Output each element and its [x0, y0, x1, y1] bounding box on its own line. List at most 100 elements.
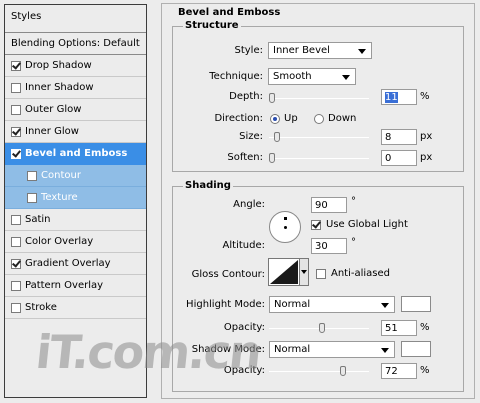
style-item-stroke[interactable]: Stroke — [5, 297, 146, 319]
angle-input[interactable]: 90 — [311, 197, 347, 213]
technique-dropdown[interactable]: Smooth — [268, 68, 356, 85]
soften-slider-track[interactable] — [269, 158, 369, 159]
style-item-color-overlay[interactable]: Color Overlay — [5, 231, 146, 253]
style-item-label: Bevel and Emboss — [25, 148, 128, 159]
style-label: Style: — [234, 45, 264, 56]
style-item-label: Stroke — [25, 302, 57, 313]
size-slider-thumb[interactable] — [274, 132, 280, 142]
checkbox[interactable] — [11, 258, 21, 269]
highlight-color-swatch[interactable] — [401, 296, 431, 312]
checkbox[interactable] — [11, 214, 21, 225]
technique-value: Smooth — [273, 71, 312, 82]
checkbox[interactable] — [11, 148, 21, 159]
checkbox[interactable] — [27, 192, 37, 203]
blending-options[interactable]: Blending Options: Default — [5, 33, 146, 55]
direction-label: Direction: — [214, 113, 263, 124]
shadow-color-swatch[interactable] — [401, 341, 431, 357]
shadow-opacity-thumb[interactable] — [340, 366, 346, 376]
shading-legend: Shading — [183, 180, 233, 191]
gloss-contour-dropdown[interactable] — [300, 258, 309, 286]
style-item-texture[interactable]: Texture — [5, 187, 146, 209]
angle-dial[interactable] — [269, 211, 301, 243]
styles-header[interactable]: Styles — [5, 5, 146, 33]
structure-group: Structure Style: Inner Bevel Technique: … — [172, 20, 464, 172]
depth-input[interactable]: 11 — [381, 89, 417, 105]
shadow-opacity-input[interactable]: 72 — [381, 363, 417, 379]
anti-aliased-label[interactable]: Anti-aliased — [331, 268, 390, 279]
style-item-bevel-and-emboss[interactable]: Bevel and Emboss — [5, 143, 146, 165]
altitude-label: Altitude: — [222, 240, 265, 251]
shadow-mode-value: Normal — [274, 344, 311, 355]
style-item-label: Outer Glow — [25, 104, 82, 115]
direction-up-radio[interactable] — [270, 114, 280, 124]
structure-legend: Structure — [183, 20, 241, 31]
shadow-opacity-track[interactable] — [269, 371, 369, 372]
chevron-down-icon — [342, 75, 350, 80]
direction-down-label[interactable]: Down — [328, 113, 356, 124]
contour-curve-icon — [270, 260, 298, 284]
checkbox[interactable] — [11, 302, 21, 313]
dial-center-icon — [284, 226, 287, 229]
checkbox[interactable] — [11, 126, 21, 137]
style-item-label: Inner Shadow — [25, 82, 94, 93]
checkbox[interactable] — [11, 104, 21, 115]
checkbox[interactable] — [11, 236, 21, 247]
style-item-outer-glow[interactable]: Outer Glow — [5, 99, 146, 121]
depth-value: 11 — [385, 92, 398, 103]
angle-unit: ° — [351, 196, 356, 207]
altitude-unit: ° — [351, 237, 356, 248]
gloss-contour-swatch[interactable] — [268, 258, 300, 286]
highlight-opacity-input[interactable]: 51 — [381, 320, 417, 336]
watermark-logo: iT.com.cn — [33, 325, 263, 379]
size-input[interactable]: 8 — [381, 129, 417, 145]
style-item-label: Drop Shadow — [25, 60, 92, 71]
style-item-gradient-overlay[interactable]: Gradient Overlay — [5, 253, 146, 275]
chevron-down-icon — [381, 348, 389, 353]
highlight-mode-dropdown[interactable]: Normal — [269, 296, 395, 313]
chevron-down-icon — [358, 49, 366, 54]
style-item-label: Pattern Overlay — [25, 280, 104, 291]
size-slider-track[interactable] — [269, 137, 369, 138]
soften-input[interactable]: 0 — [381, 150, 417, 166]
checkbox[interactable] — [27, 170, 37, 181]
checkbox[interactable] — [11, 82, 21, 93]
shadow-opacity-unit: % — [420, 365, 430, 376]
technique-label: Technique: — [209, 71, 263, 82]
style-item-label: Color Overlay — [25, 236, 94, 247]
depth-slider-track[interactable] — [269, 98, 369, 99]
depth-slider-thumb[interactable] — [269, 93, 275, 103]
checkbox[interactable] — [11, 60, 21, 71]
checkbox[interactable] — [11, 280, 21, 291]
style-value: Inner Bevel — [273, 45, 330, 56]
style-item-label: Gradient Overlay — [25, 258, 111, 269]
size-unit: px — [420, 131, 433, 142]
shadow-mode-dropdown[interactable]: Normal — [269, 341, 395, 358]
global-light-label[interactable]: Use Global Light — [326, 219, 408, 230]
style-item-satin[interactable]: Satin — [5, 209, 146, 231]
chevron-down-icon — [381, 303, 389, 308]
direction-down-radio[interactable] — [314, 114, 324, 124]
anti-aliased-checkbox[interactable] — [316, 269, 326, 279]
style-item-label: Inner Glow — [25, 126, 79, 137]
style-item-contour[interactable]: Contour — [5, 165, 146, 187]
highlight-opacity-unit: % — [420, 322, 430, 333]
panel-title: Bevel and Emboss — [178, 7, 281, 18]
depth-unit: % — [420, 91, 430, 102]
global-light-checkbox[interactable] — [311, 220, 321, 230]
soften-slider-thumb[interactable] — [269, 153, 275, 163]
style-item-label: Satin — [25, 214, 51, 225]
style-item-drop-shadow[interactable]: Drop Shadow — [5, 55, 146, 77]
highlight-opacity-thumb[interactable] — [319, 323, 325, 333]
soften-label: Soften: — [227, 152, 263, 163]
crosshair-icon — [284, 217, 287, 220]
style-item-inner-shadow[interactable]: Inner Shadow — [5, 77, 146, 99]
style-item-label: Contour — [41, 170, 81, 181]
style-dropdown[interactable]: Inner Bevel — [268, 42, 372, 59]
style-item-pattern-overlay[interactable]: Pattern Overlay — [5, 275, 146, 297]
altitude-input[interactable]: 30 — [311, 238, 347, 254]
style-item-inner-glow[interactable]: Inner Glow — [5, 121, 146, 143]
direction-up-label[interactable]: Up — [284, 113, 298, 124]
depth-label: Depth: — [229, 91, 263, 102]
chevron-down-icon — [301, 270, 307, 274]
angle-label: Angle: — [233, 199, 265, 210]
